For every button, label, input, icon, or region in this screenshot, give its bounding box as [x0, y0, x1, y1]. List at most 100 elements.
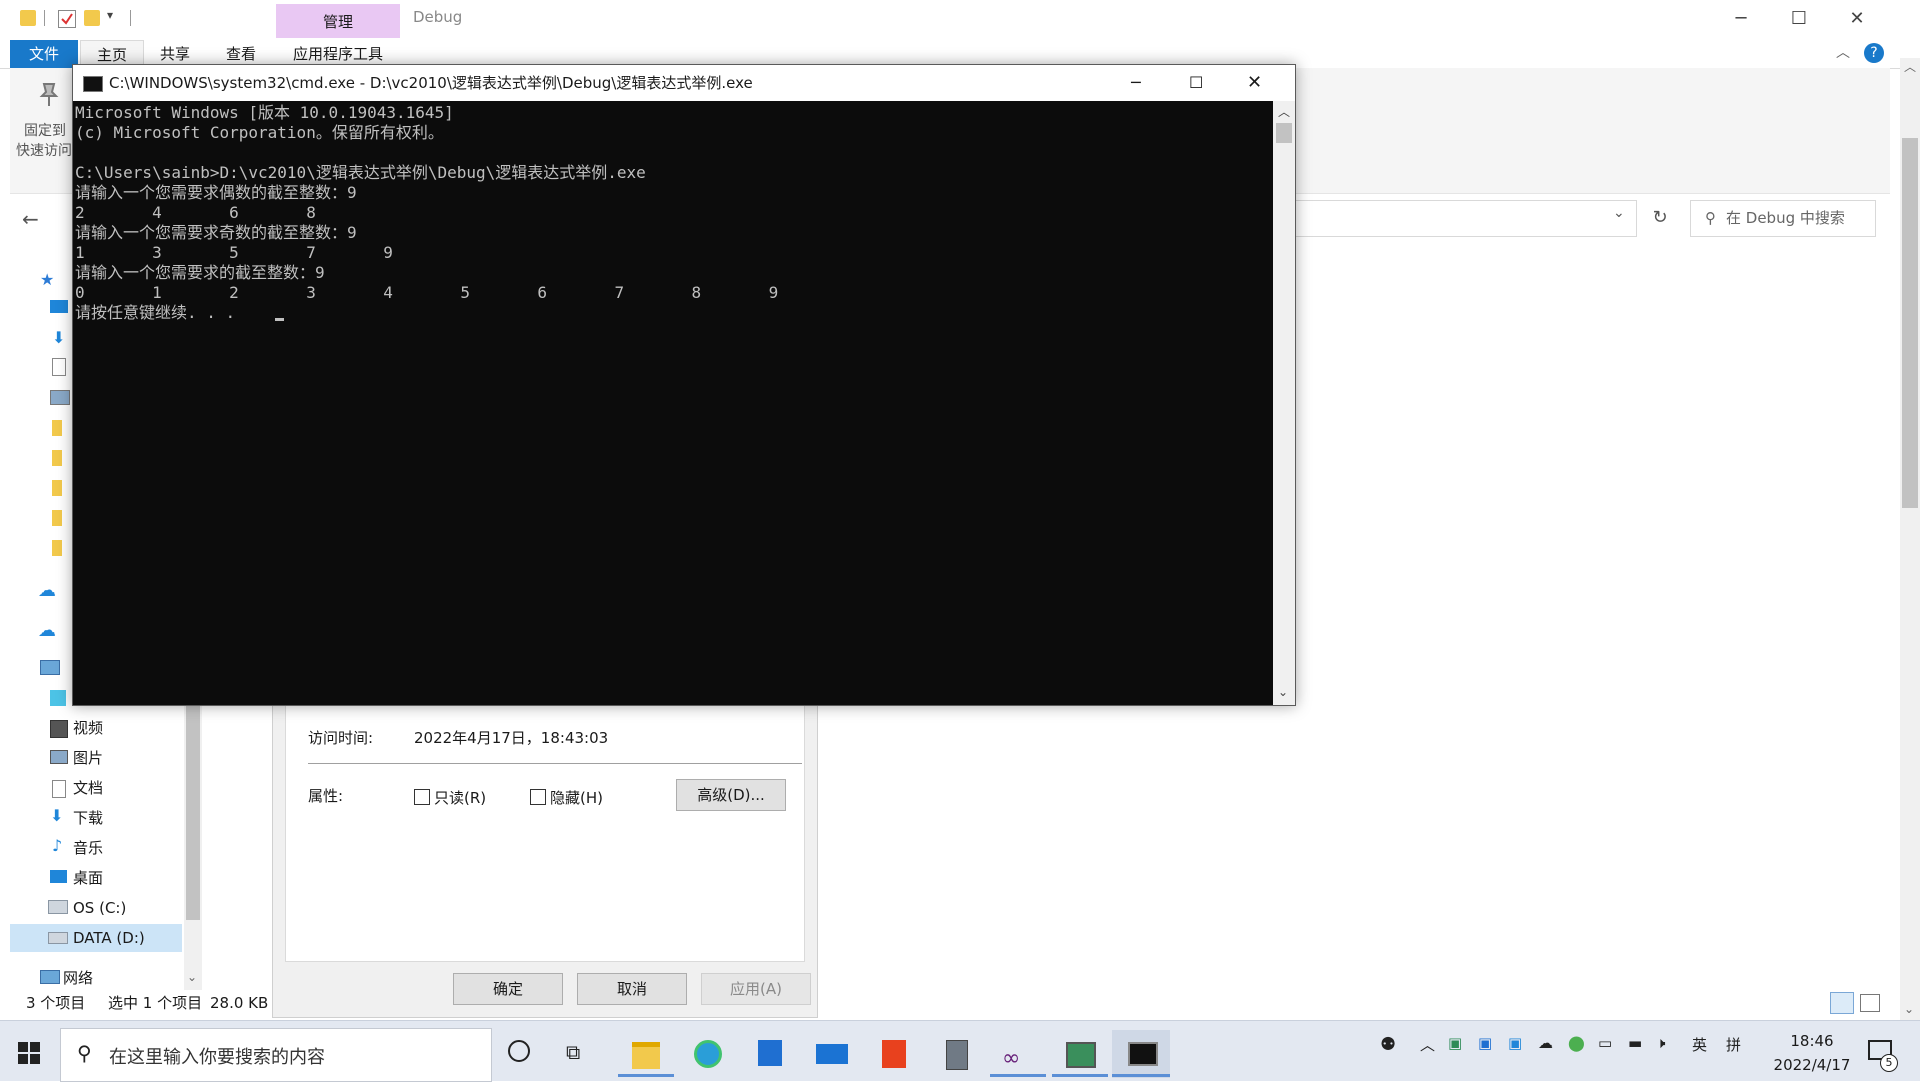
folder-icon[interactable] — [20, 10, 36, 26]
folder-icon[interactable] — [52, 450, 62, 466]
pin-label: 固定到 — [24, 123, 66, 139]
scrollbar-thumb[interactable] — [1902, 138, 1918, 508]
clock-date[interactable]: 2022/4/17 — [1770, 1056, 1854, 1074]
details-view-icon[interactable] — [1830, 992, 1854, 1014]
scroll-up-icon[interactable]: ︿ — [1904, 58, 1916, 75]
taskbar-app[interactable] — [1052, 1030, 1108, 1078]
minimize-button[interactable]: ─ — [1131, 65, 1141, 101]
new-folder-icon[interactable] — [84, 10, 100, 26]
tab-file[interactable]: 文件 — [10, 40, 78, 68]
nav-item-drive-d[interactable]: DATA (D:) — [73, 924, 145, 952]
maximize-button[interactable]: ☐ — [1770, 0, 1828, 38]
tray-app-icon[interactable]: ▣ — [1508, 1034, 1522, 1052]
maximize-button[interactable]: ☐ — [1189, 65, 1203, 101]
explorer-scrollbar[interactable]: ︿ ⌄ — [1900, 58, 1920, 1020]
nav-item-documents[interactable]: 文档 — [73, 774, 103, 802]
clock-time[interactable]: 18:46 — [1770, 1032, 1854, 1050]
desktop-icon — [50, 870, 67, 883]
taskbar-calculator[interactable] — [928, 1030, 984, 1078]
folder-icon[interactable] — [52, 510, 62, 526]
back-arrow-icon[interactable]: ← — [22, 207, 39, 231]
desktop-icon[interactable] — [50, 300, 68, 313]
close-button[interactable]: ✕ — [1828, 0, 1886, 38]
battery-icon[interactable]: ▬ — [1628, 1034, 1642, 1052]
search-placeholder: 在 Debug 中搜索 — [1726, 209, 1845, 227]
cmd-scrollbar-thumb[interactable] — [1276, 123, 1292, 143]
hidden-checkbox[interactable] — [530, 789, 546, 805]
cortana-icon[interactable] — [508, 1040, 530, 1062]
search-input[interactable]: ⚲ 在 Debug 中搜索 — [1690, 200, 1876, 237]
input-language[interactable]: 英 — [1692, 1034, 1707, 1055]
folder-icon[interactable] — [52, 480, 62, 496]
nav-item-music[interactable]: 音乐 — [73, 834, 103, 862]
nav-item-drive-c[interactable]: OS (C:) — [73, 894, 126, 922]
star-icon[interactable]: ★ — [40, 270, 54, 289]
active-indicator — [1112, 1074, 1170, 1077]
onedrive-business-icon[interactable]: ☁ — [38, 620, 56, 641]
taskbar-cmd[interactable] — [1112, 1030, 1170, 1078]
windows-start-icon[interactable] — [18, 1042, 40, 1064]
app-icon — [1066, 1042, 1096, 1068]
task-view-icon[interactable]: ⧉ — [566, 1040, 580, 1064]
selected-count: 选中 1 个项目 — [108, 994, 203, 1012]
folder-icon[interactable] — [52, 420, 62, 436]
ok-button[interactable]: 确定 — [453, 973, 563, 1005]
people-icon[interactable]: ⚉ — [1380, 1034, 1396, 1055]
console-output[interactable]: Microsoft Windows [版本 10.0.19043.1645] (… — [73, 101, 1273, 705]
picture-icon[interactable] — [50, 390, 70, 405]
onedrive-icon[interactable]: ☁ — [1538, 1034, 1553, 1052]
nav-item-downloads[interactable]: 下载 — [73, 804, 103, 832]
taskbar-office[interactable] — [866, 1030, 922, 1078]
advanced-button[interactable]: 高级(D)... — [676, 779, 786, 811]
nav-item-videos[interactable]: 视频 — [73, 714, 103, 742]
taskbar-mail[interactable] — [804, 1030, 860, 1078]
download-icon[interactable]: ⬇ — [52, 328, 65, 347]
tray-app-icon[interactable]: ⬤ — [1568, 1034, 1585, 1052]
scroll-down-icon[interactable]: ⌄ — [1904, 1002, 1914, 1016]
address-bar[interactable]: ⌄ — [1292, 200, 1637, 237]
separator — [130, 10, 131, 26]
taskbar-search-box[interactable]: ⚲ 在这里输入你要搜索的内容 — [60, 1028, 492, 1082]
document-icon[interactable] — [52, 358, 66, 376]
this-pc-icon[interactable] — [40, 660, 60, 675]
pin-icon[interactable] — [34, 80, 62, 108]
close-button[interactable]: ✕ — [1247, 65, 1262, 101]
ime-mode[interactable]: 拼 — [1726, 1034, 1741, 1055]
nav-scrollbar-thumb[interactable] — [186, 690, 200, 920]
apply-button[interactable]: 应用(A) — [701, 973, 811, 1005]
help-icon[interactable]: ? — [1864, 43, 1884, 63]
readonly-checkbox[interactable] — [414, 789, 430, 805]
active-indicator — [618, 1074, 674, 1077]
folder-icon[interactable] — [52, 540, 62, 556]
taskbar-edge[interactable] — [680, 1030, 736, 1078]
onedrive-icon[interactable]: ☁ — [38, 580, 56, 601]
large-icons-view-icon[interactable] — [1860, 994, 1880, 1012]
scroll-down-icon[interactable]: ⌄ — [1278, 685, 1288, 699]
tray-app-icon[interactable]: ▣ — [1478, 1034, 1492, 1052]
cmd-titlebar[interactable]: C:\WINDOWS\system32\cmd.exe - D:\vc2010\… — [73, 65, 1295, 101]
tray-app-icon[interactable]: ▣ — [1448, 1034, 1462, 1052]
properties-icon[interactable] — [58, 10, 76, 28]
nav-item-pictures[interactable]: 图片 — [73, 744, 103, 772]
customize-qat-icon[interactable]: ▾ — [107, 8, 113, 22]
cmd-scrollbar[interactable]: ︿ ⌄ — [1273, 101, 1295, 705]
console-line: 请输入一个您需要求奇数的截至整数：9 — [75, 223, 357, 242]
show-hidden-icons-icon[interactable]: ︿ — [1420, 1034, 1435, 1055]
refresh-icon[interactable]: ↻ — [1640, 200, 1680, 235]
properties-tab-panel: 访问时间: 2022年4月17日，18:43:03 属性: 只读(R) 隐藏(H… — [285, 691, 805, 962]
manage-context-tab[interactable]: 管理 — [276, 4, 400, 38]
console-line: (c) Microsoft Corporation。保留所有权利。 — [75, 123, 444, 142]
nav-item-desktop[interactable]: 桌面 — [73, 864, 103, 892]
scroll-up-icon[interactable]: ︿ — [1278, 103, 1290, 120]
taskbar-visual-studio[interactable]: ∞ — [990, 1030, 1046, 1078]
volume-icon[interactable]: 🕨 — [1656, 1034, 1665, 1052]
scroll-down-icon[interactable]: ⌄ — [187, 970, 197, 984]
chevron-down-icon[interactable]: ⌄ — [1613, 205, 1625, 221]
minimize-button[interactable]: ─ — [1712, 0, 1770, 38]
access-time-value: 2022年4月17日，18:43:03 — [414, 729, 609, 747]
taskbar-store[interactable] — [742, 1030, 798, 1078]
collapse-ribbon-icon[interactable]: ︿ — [1836, 42, 1850, 62]
network-icon[interactable]: ▭ — [1598, 1034, 1612, 1052]
taskbar-file-explorer[interactable] — [618, 1030, 674, 1078]
cancel-button[interactable]: 取消 — [577, 973, 687, 1005]
